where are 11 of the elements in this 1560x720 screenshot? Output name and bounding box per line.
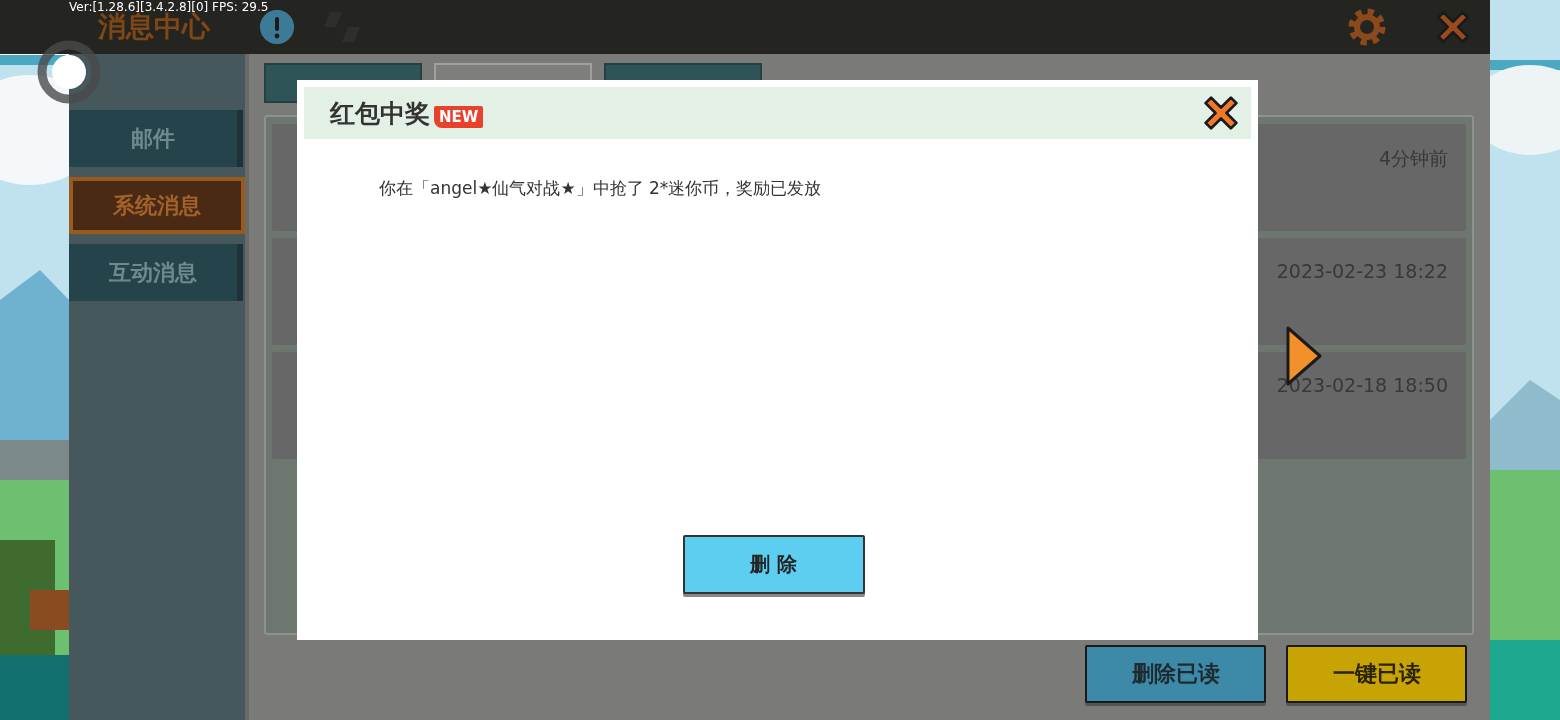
mark-all-read-button[interactable]: 一键已读 <box>1286 645 1467 703</box>
sidebar-item[interactable]: 系统消息 <box>69 177 245 234</box>
dialog-title: 红包中奖 <box>330 97 430 130</box>
info-icon[interactable] <box>260 10 294 44</box>
sidebar-item[interactable]: 邮件 <box>69 110 243 167</box>
message-text: 你在「angel★仙气对战★」中抢了 2*迷你币，奖励已发放 <box>379 177 823 200</box>
delete-button[interactable]: 删 除 <box>682 535 865 594</box>
sidebar-item[interactable]: 互动消息 <box>69 244 243 301</box>
joystick-icon[interactable] <box>37 40 101 104</box>
new-badge: NEW <box>434 106 484 128</box>
delete-read-button[interactable]: 删除已读 <box>1085 645 1266 703</box>
